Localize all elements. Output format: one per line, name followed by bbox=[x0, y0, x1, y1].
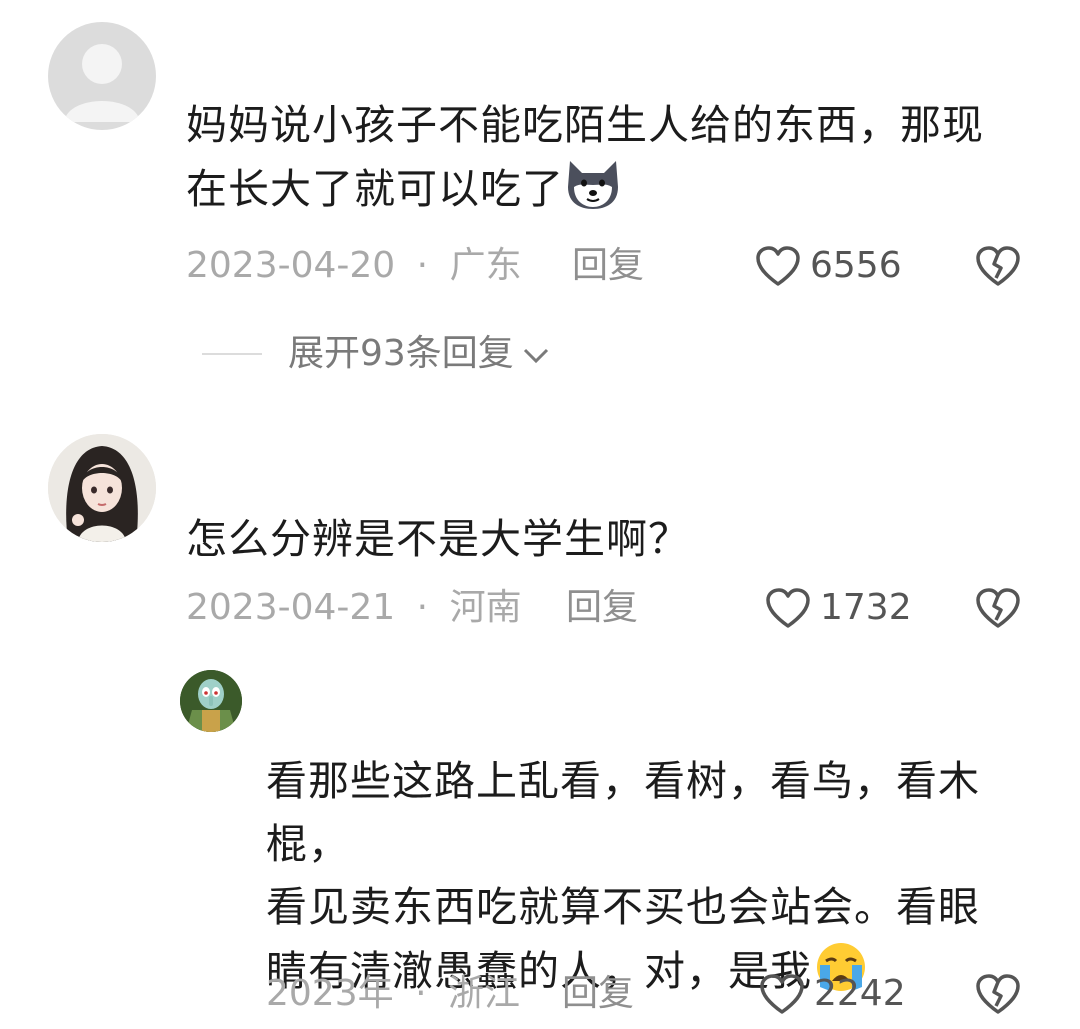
comment-date: 2023-04-20 bbox=[186, 245, 396, 286]
like-button[interactable]: 6556 bbox=[754, 244, 904, 288]
comment-date: 2023-04-21 bbox=[186, 587, 396, 628]
like-count: 2242 bbox=[814, 973, 906, 1014]
broken-heart-icon bbox=[976, 588, 1020, 628]
expand-replies-divider bbox=[202, 353, 262, 355]
comment-location: 河南 bbox=[449, 587, 522, 628]
reply-date: 2023年 bbox=[266, 973, 394, 1014]
dislike-button[interactable] bbox=[974, 586, 1022, 630]
cartoon-character-avatar-icon bbox=[180, 670, 242, 732]
broken-heart-icon bbox=[976, 974, 1020, 1014]
heart-icon bbox=[754, 244, 802, 288]
chevron-down-icon bbox=[522, 332, 550, 376]
like-button[interactable]: 1732 bbox=[764, 586, 914, 630]
meta-separator: · bbox=[416, 587, 429, 628]
reply-meta: 2023年 · 浙江 bbox=[266, 972, 520, 1016]
comment-location: 广东 bbox=[449, 245, 522, 286]
expand-replies-button[interactable]: 展开93条回复 bbox=[288, 332, 550, 376]
expand-replies-label: 展开93条回复 bbox=[288, 333, 514, 374]
heart-icon bbox=[764, 586, 812, 630]
reply-text-line: 看见卖东西吃就算不买也会站会。看眼 bbox=[266, 883, 980, 931]
comment-meta: 2023-04-21 · 河南 bbox=[186, 586, 522, 630]
meta-separator: · bbox=[416, 245, 429, 286]
like-button[interactable]: 2242 bbox=[758, 972, 908, 1016]
meta-separator: · bbox=[415, 973, 427, 1014]
heart-icon bbox=[758, 972, 806, 1016]
reply-button[interactable]: 回复 bbox=[572, 244, 644, 288]
reply-location: 浙江 bbox=[447, 973, 520, 1014]
dislike-button[interactable] bbox=[974, 244, 1022, 288]
like-count: 6556 bbox=[810, 245, 902, 286]
default-avatar-icon bbox=[64, 44, 140, 122]
reply-button[interactable]: 回复 bbox=[566, 586, 638, 630]
reply-button[interactable]: 回复 bbox=[562, 972, 634, 1016]
like-count: 1732 bbox=[820, 587, 912, 628]
dislike-button[interactable] bbox=[974, 972, 1022, 1016]
broken-heart-icon bbox=[976, 246, 1020, 286]
comment-text-line: 在长大了就可以吃了 bbox=[186, 157, 1056, 229]
avatar[interactable] bbox=[48, 434, 156, 542]
reply-text-line: 看那些这路上乱看，看树，看鸟，看木棍， bbox=[266, 757, 980, 868]
avatar[interactable] bbox=[48, 22, 156, 130]
comment-text: 妈妈说小孩子不能吃陌生人给的东西，那现 在长大了就可以吃了 bbox=[186, 94, 1056, 229]
comment-text: 怎么分辨是不是大学生啊？ bbox=[186, 515, 690, 563]
dog-face-emoji-icon bbox=[564, 157, 622, 229]
avatar[interactable] bbox=[180, 670, 242, 732]
illustrated-girl-avatar-icon bbox=[48, 434, 156, 542]
comment-text-line: 妈妈说小孩子不能吃陌生人给的东西，那现 bbox=[186, 101, 984, 149]
comment-meta: 2023-04-20 · 广东 bbox=[186, 244, 522, 288]
